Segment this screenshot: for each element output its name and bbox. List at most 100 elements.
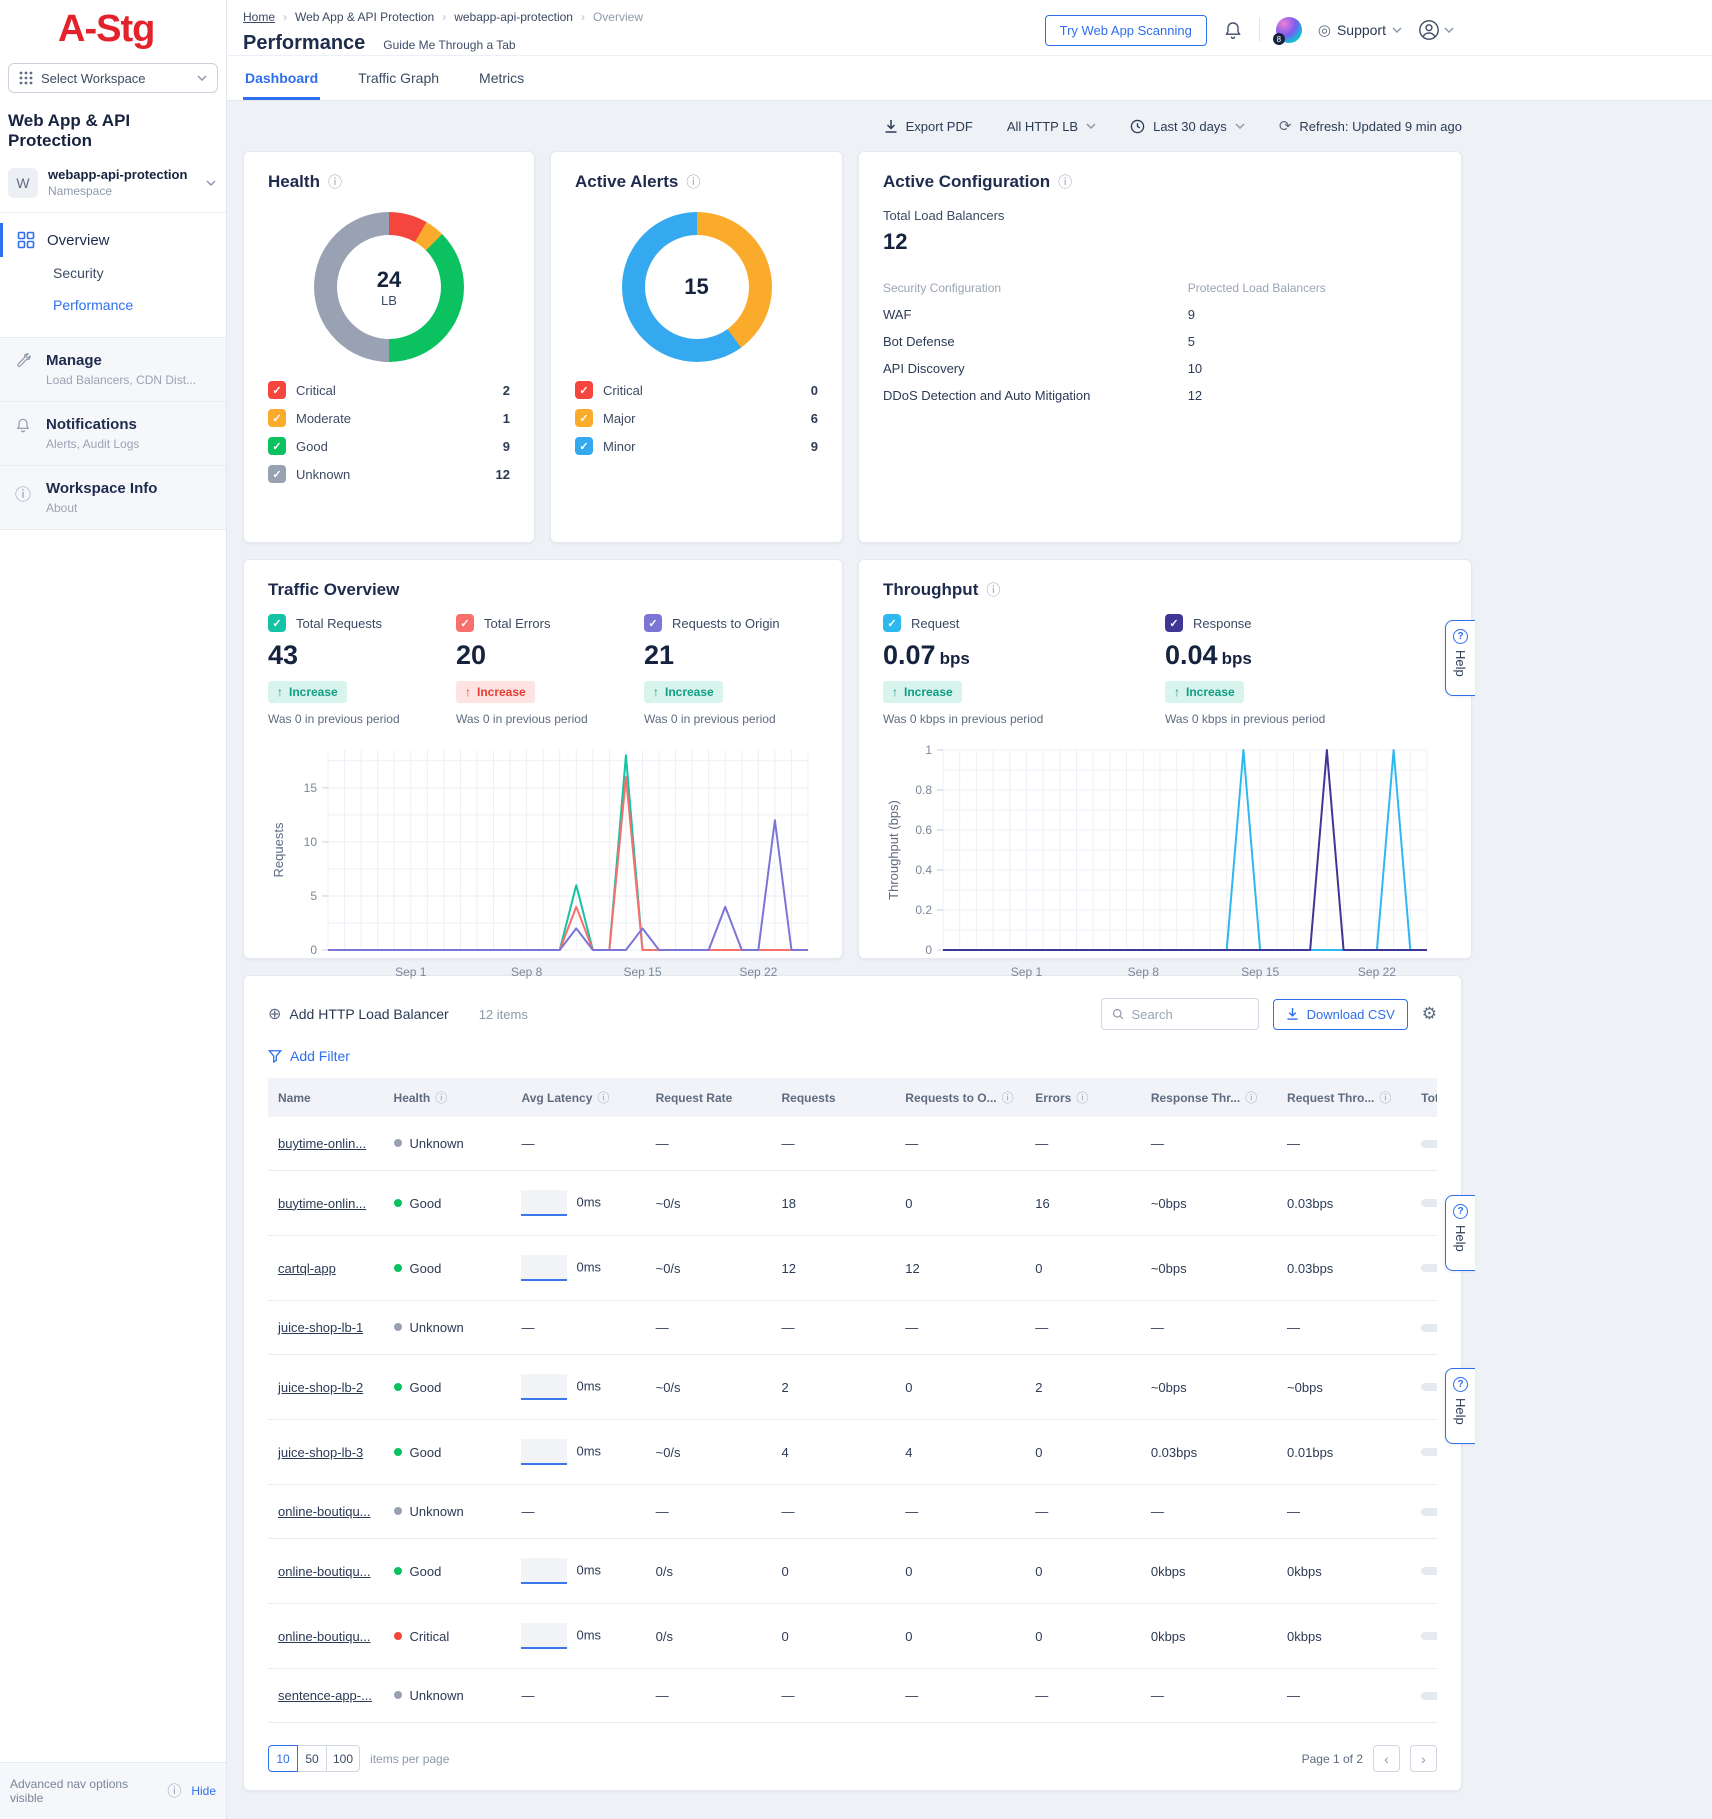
page-size-100[interactable]: 100: [326, 1745, 360, 1772]
column-header-name[interactable]: Name: [268, 1078, 384, 1117]
legend-item-moderate[interactable]: ✓Moderate1: [268, 404, 510, 432]
hide-link[interactable]: Hide: [191, 1784, 216, 1798]
try-web-app-scanning-button[interactable]: Try Web App Scanning: [1045, 15, 1207, 46]
sidebar-item-overview[interactable]: Overview: [0, 223, 226, 257]
lb-name-link[interactable]: cartql-app: [278, 1261, 336, 1276]
add-filter-button[interactable]: Add Filter: [268, 1048, 1437, 1064]
lb-name-link[interactable]: juice-shop-lb-1: [278, 1320, 363, 1335]
time-range-dropdown[interactable]: Last 30 days: [1130, 119, 1245, 134]
support-menu[interactable]: ◎ Support: [1318, 21, 1402, 39]
help-tab[interactable]: ? Help: [1445, 1195, 1475, 1271]
legend-item-good[interactable]: ✓Good9: [268, 432, 510, 460]
lb-name-link[interactable]: buytime-onlin...: [278, 1196, 366, 1211]
legend-item-minor[interactable]: ✓Minor9: [575, 432, 818, 460]
lb-name-link[interactable]: online-boutiqu...: [278, 1564, 371, 1579]
bell-icon[interactable]: [1223, 20, 1243, 40]
column-header-avg-latency[interactable]: Avg Latencyⓘ: [511, 1078, 645, 1117]
refresh-button[interactable]: ⟳ Refresh: Updated 9 min ago: [1279, 117, 1462, 135]
legend-item-critical[interactable]: ✓Critical2: [268, 376, 510, 404]
tab-metrics[interactable]: Metrics: [477, 56, 526, 100]
info-icon[interactable]: ⓘ: [328, 172, 342, 192]
column-header-requests-to-o[interactable]: Requests to O...ⓘ: [895, 1078, 1025, 1117]
info-icon[interactable]: ⓘ: [1379, 1091, 1391, 1105]
legend-value: 9: [503, 439, 510, 454]
lb-filter-dropdown[interactable]: All HTTP LB: [1007, 119, 1096, 134]
avg-latency-cell: 0ms: [511, 1171, 645, 1236]
workspace-selector[interactable]: Select Workspace: [8, 63, 218, 93]
sidebar-item-workspace-info[interactable]: ⓘ Workspace Info About: [0, 466, 226, 530]
tab-dashboard[interactable]: Dashboard: [243, 56, 320, 100]
requests-to-origin-cell: 0: [895, 1604, 1025, 1669]
series-checkbox[interactable]: ✓: [644, 614, 662, 632]
legend-checkbox[interactable]: ✓: [268, 465, 286, 483]
breadcrumb-item[interactable]: webapp-api-protection: [454, 10, 573, 24]
svg-text:1: 1: [925, 743, 932, 757]
breadcrumb-item[interactable]: Web App & API Protection: [295, 10, 434, 24]
sidebar-item-label: Overview: [47, 232, 110, 249]
prev-page-button[interactable]: ‹: [1373, 1745, 1400, 1772]
guide-me-link[interactable]: Guide Me Through a Tab: [383, 38, 515, 52]
sidebar-item-manage[interactable]: Manage Load Balancers, CDN Dist...: [0, 338, 226, 402]
errors-cell: —: [1025, 1669, 1141, 1723]
info-icon[interactable]: ⓘ: [597, 1091, 609, 1105]
column-header-request-thro[interactable]: Request Thro...ⓘ: [1277, 1078, 1411, 1117]
legend-checkbox[interactable]: ✓: [575, 381, 593, 399]
lb-name-link[interactable]: juice-shop-lb-2: [278, 1380, 363, 1395]
column-header-health[interactable]: Healthⓘ: [384, 1078, 512, 1117]
legend-checkbox[interactable]: ✓: [575, 437, 593, 455]
series-checkbox[interactable]: ✓: [883, 614, 901, 632]
info-icon[interactable]: ⓘ: [1058, 172, 1072, 192]
legend-checkbox[interactable]: ✓: [268, 437, 286, 455]
traffic-stats: ✓Total Requests43↑IncreaseWas 0 in previ…: [268, 614, 818, 726]
series-checkbox[interactable]: ✓: [456, 614, 474, 632]
total-alerts-bar: [1421, 1508, 1437, 1516]
lb-name-link[interactable]: online-boutiqu...: [278, 1504, 371, 1519]
namespace-selector[interactable]: W webapp-api-protection Namespace: [0, 161, 226, 213]
info-icon[interactable]: ⓘ: [435, 1091, 447, 1105]
info-icon[interactable]: ⓘ: [1245, 1091, 1257, 1105]
page-size-10[interactable]: 10: [268, 1745, 298, 1772]
info-icon[interactable]: ⓘ: [986, 580, 1000, 600]
help-tab[interactable]: ? Help: [1445, 620, 1475, 696]
export-pdf-button[interactable]: Export PDF: [884, 119, 973, 134]
legend-item-critical[interactable]: ✓Critical0: [575, 376, 818, 404]
sidebar-item-notifications[interactable]: Notifications Alerts, Audit Logs: [0, 402, 226, 466]
sidebar-item-performance[interactable]: Performance: [0, 289, 226, 321]
stat-response: ✓Response0.04bps↑IncreaseWas 0 kbps in p…: [1165, 614, 1447, 726]
trend-badge: ↑Increase: [644, 681, 723, 703]
series-checkbox[interactable]: ✓: [1165, 614, 1183, 632]
download-csv-button[interactable]: Download CSV: [1273, 999, 1408, 1030]
account-menu[interactable]: [1418, 19, 1454, 41]
help-tab[interactable]: ? Help: [1445, 1368, 1475, 1444]
breadcrumb-item[interactable]: Home: [243, 10, 275, 24]
legend-item-major[interactable]: ✓Major6: [575, 404, 818, 432]
info-icon[interactable]: ⓘ: [686, 172, 700, 192]
info-icon[interactable]: ⓘ: [1002, 1091, 1014, 1105]
legend-checkbox[interactable]: ✓: [575, 409, 593, 427]
avatar[interactable]: 8: [1276, 17, 1302, 43]
series-checkbox[interactable]: ✓: [268, 614, 286, 632]
column-header-requests[interactable]: Requests: [771, 1078, 895, 1117]
column-header-request-rate[interactable]: Request Rate: [646, 1078, 772, 1117]
add-http-lb-button[interactable]: ⊕ Add HTTP Load Balancer: [268, 1004, 449, 1024]
plus-circle-icon: ⊕: [268, 1004, 281, 1024]
lb-name-link[interactable]: buytime-onlin...: [278, 1136, 366, 1151]
legend-checkbox[interactable]: ✓: [268, 381, 286, 399]
lb-name-link[interactable]: sentence-app-...: [278, 1688, 372, 1703]
request-throughput-cell: 0.03bps: [1277, 1236, 1411, 1301]
lb-name-link[interactable]: juice-shop-lb-3: [278, 1445, 363, 1460]
column-header-response-thr[interactable]: Response Thr...ⓘ: [1141, 1078, 1277, 1117]
health-dot: [394, 1139, 402, 1147]
column-header-errors[interactable]: Errorsⓘ: [1025, 1078, 1141, 1117]
info-icon[interactable]: ⓘ: [1076, 1091, 1088, 1105]
next-page-button[interactable]: ›: [1410, 1745, 1437, 1772]
lb-name-link[interactable]: online-boutiqu...: [278, 1629, 371, 1644]
sidebar-item-security[interactable]: Security: [0, 257, 226, 289]
column-header-total-ale[interactable]: Total Ale...: [1411, 1078, 1437, 1117]
gear-icon[interactable]: ⚙: [1422, 1004, 1437, 1024]
page-size-50[interactable]: 50: [297, 1745, 327, 1772]
legend-checkbox[interactable]: ✓: [268, 409, 286, 427]
legend-item-unknown[interactable]: ✓Unknown12: [268, 460, 510, 488]
tab-traffic-graph[interactable]: Traffic Graph: [356, 56, 441, 100]
search-input[interactable]: [1132, 1007, 1248, 1022]
